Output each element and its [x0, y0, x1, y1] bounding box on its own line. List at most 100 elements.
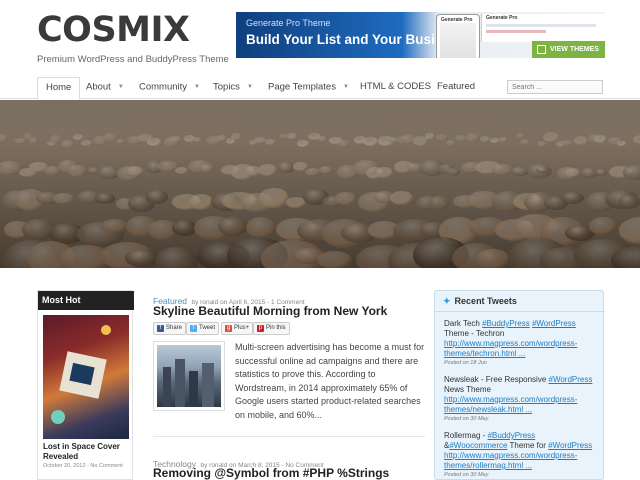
nav-page-templates[interactable]: Page Templates ▼	[268, 75, 349, 99]
hero-pebble	[126, 165, 144, 177]
ad-phone-image: Generate Pro	[436, 14, 480, 58]
hero-pebble	[188, 194, 213, 210]
hero-pebble	[146, 190, 169, 204]
share-plus-button[interactable]: g Plus+	[221, 322, 254, 335]
tweet-date: Posted on 18 Jun	[444, 360, 487, 366]
share-facebook-button[interactable]: f Share	[153, 322, 187, 335]
hero-pebble	[618, 217, 640, 244]
hero-pebble	[316, 251, 353, 268]
most-hot-title: Most Hot	[38, 291, 134, 310]
hero-pebble	[174, 166, 189, 174]
most-hot-post-title[interactable]: Lost in Space Cover Revealed	[43, 442, 133, 462]
share-tweet-button[interactable]: t Tweet	[186, 322, 220, 335]
tweet-link[interactable]: http://www.magpress.com/wordpress-themes…	[444, 395, 577, 414]
site-header: COSMIX Premium WordPress and BuddyPress …	[0, 0, 640, 75]
most-hot-comments[interactable]: No Comment	[90, 463, 122, 469]
hero-pebble	[53, 192, 74, 204]
header-ad-banner[interactable]: Generate Pro Theme Build Your List and Y…	[236, 12, 605, 58]
post-title[interactable]: Skyline Beautiful Morning from New York	[153, 304, 387, 318]
post-divider	[153, 436, 425, 437]
hero-pebble	[155, 247, 199, 268]
hero-pebble	[619, 194, 640, 209]
ad-preview-label: Generate Pro	[486, 15, 518, 21]
share-pin-label: Pin this	[266, 325, 286, 331]
tweet-text: News Theme	[444, 385, 491, 394]
nav-topics-label: Topics	[213, 81, 240, 93]
tweet-item: Newsleak - Free Responsive #WordPress Ne…	[444, 375, 600, 415]
tweet-hashtag[interactable]: #BuddyPress	[488, 431, 536, 440]
chevron-down-icon: ▼	[194, 84, 200, 90]
tweet-link[interactable]: http://www.magpress.com/wordpress-themes…	[444, 339, 577, 358]
view-themes-button[interactable]: VIEW THEMES	[532, 41, 605, 58]
tweet-hashtag[interactable]: #WordPress	[532, 319, 576, 328]
most-hot-thumbnail[interactable]	[43, 315, 129, 439]
nav-topics[interactable]: Topics ▼	[213, 75, 253, 99]
nav-community[interactable]: Community ▼	[139, 75, 200, 99]
ad-preview-image: Generate Pro	[481, 14, 605, 42]
nav-featured-label: Featured	[437, 81, 476, 92]
share-plus-label: Plus+	[234, 325, 250, 331]
tweet-date: Posted on 30 May	[444, 416, 489, 422]
hero-pebble	[278, 162, 294, 173]
tweet-hashtag[interactable]: #Woocommerce	[449, 441, 507, 450]
google-plus-icon: g	[225, 325, 232, 332]
post-title[interactable]: Removing @Symbol from #PHP %Strings	[153, 466, 389, 480]
share-facebook-label: Share	[166, 325, 183, 331]
nav-about[interactable]: About ▼	[86, 75, 124, 99]
hero-pebble	[199, 164, 215, 173]
tweet-hashtag[interactable]: #BuddyPress	[482, 319, 530, 328]
tweet-text: Rollermag -	[444, 431, 486, 440]
chevron-down-icon: ▼	[246, 84, 253, 90]
hero-banner-image	[0, 100, 640, 268]
hero-pebble	[374, 166, 393, 179]
hero-pebble	[319, 166, 333, 175]
share-tweet-label: Tweet	[199, 325, 216, 331]
site-logo[interactable]: COSMIX	[37, 10, 190, 50]
tweet-hashtag[interactable]: #WordPress	[548, 441, 592, 450]
site-tagline: Premium WordPress and BuddyPress Theme	[37, 54, 229, 65]
hero-pebble	[217, 216, 249, 236]
tweet-link[interactable]: http://www.magpress.com/wordpress-themes…	[444, 451, 577, 470]
share-pin-button[interactable]: p Pin this	[253, 322, 290, 335]
search-input[interactable]	[507, 80, 603, 94]
ad-headline: Build Your List and Your Business	[246, 32, 466, 47]
grid-icon	[537, 45, 546, 54]
recent-tweets-widget: ✦ Recent Tweets Dark Tech #BuddyPress #Wo…	[434, 290, 605, 480]
chevron-down-icon: ▼	[342, 84, 349, 90]
tweet-item: Dark Tech #BuddyPress #WordPress Theme -…	[444, 319, 600, 359]
post-excerpt: Multi-screen advertising has become a mu…	[235, 342, 425, 420]
hero-pebble	[561, 192, 584, 205]
recent-tweets-label: Recent Tweets	[454, 296, 517, 306]
hero-pebble	[245, 216, 277, 238]
most-hot-post-meta: October 20, 2012 - No Comment	[43, 463, 123, 469]
nav-home[interactable]: Home	[37, 77, 81, 100]
tweet-hashtag[interactable]: #WordPress	[549, 375, 593, 384]
tweet-date: Posted on 30 May	[444, 472, 489, 478]
hero-pebble	[446, 168, 461, 176]
hero-pebble	[67, 165, 87, 177]
nav-home-label: Home	[46, 82, 72, 93]
tweet-text: Theme - Techron	[444, 329, 505, 338]
tweet-item: Rollermag - #BuddyPress &#Woocommerce Th…	[444, 431, 593, 470]
hero-pebble	[335, 191, 357, 206]
nav-html-codes[interactable]: HTML & CODES	[360, 75, 431, 99]
chevron-down-icon: ▼	[117, 84, 124, 90]
hero-pebble	[623, 165, 640, 180]
hero-pebble	[589, 217, 617, 236]
hero-pebble	[257, 163, 277, 177]
nav-community-label: Community	[139, 81, 188, 93]
post-thumbnail[interactable]	[153, 341, 225, 411]
recent-tweets-title: ✦ Recent Tweets	[443, 296, 517, 307]
hero-pebble	[594, 169, 608, 177]
nav-about-label: About	[86, 81, 111, 93]
hero-pebble	[475, 248, 510, 268]
tweet-text: Newsleak - Free Responsive	[444, 375, 547, 384]
hero-pebble	[95, 193, 116, 204]
nav-featured[interactable]: Featured	[437, 75, 475, 99]
hero-pebble	[509, 166, 529, 177]
twitter-icon: t	[190, 325, 197, 332]
hero-pebble	[390, 190, 413, 205]
ad-top-text: Generate Pro Theme	[246, 18, 331, 28]
hero-pebble	[428, 195, 449, 210]
pinterest-icon: p	[257, 325, 264, 332]
